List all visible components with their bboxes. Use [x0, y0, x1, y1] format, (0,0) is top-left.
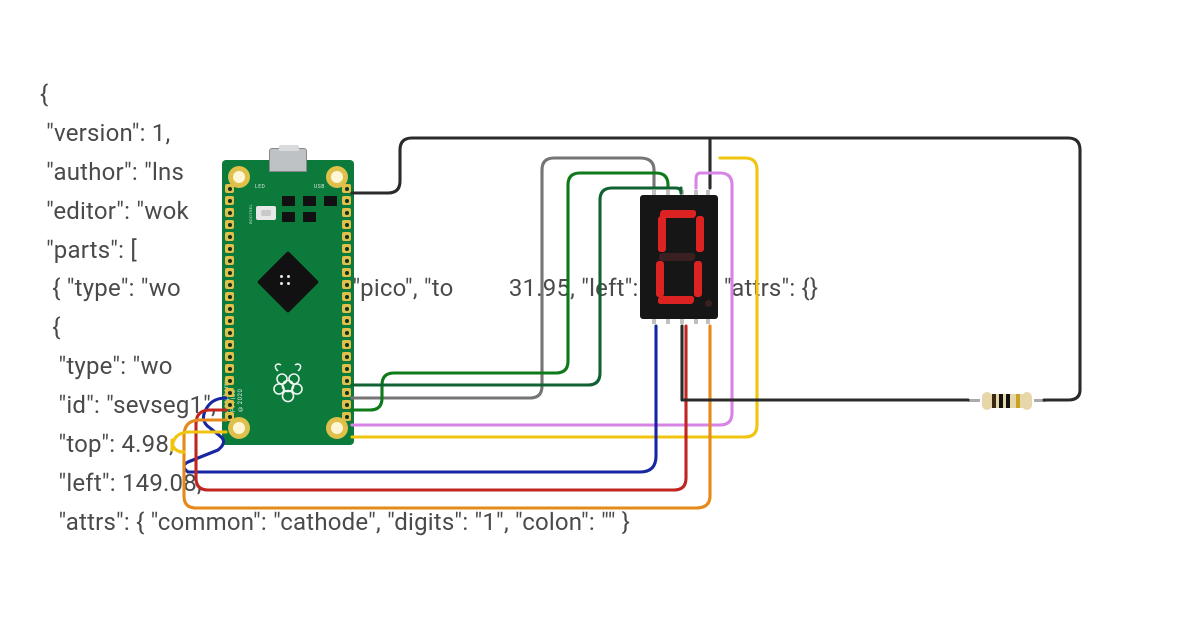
usb-label: USB: [314, 184, 325, 190]
pico-pin[interactable]: [342, 220, 351, 229]
pico-pin[interactable]: [225, 328, 234, 337]
pico-pin[interactable]: [225, 208, 234, 217]
pico-pin[interactable]: [342, 280, 351, 289]
pico-pin[interactable]: [342, 376, 351, 385]
pico-pin[interactable]: [342, 268, 351, 277]
pico-pin[interactable]: [342, 256, 351, 265]
pico-pin[interactable]: [225, 280, 234, 289]
usb-connector-icon: [269, 148, 307, 172]
pico-pin[interactable]: [342, 412, 351, 421]
sevseg-pin[interactable]: [694, 190, 698, 195]
code-line: "left": 149.08,: [40, 469, 202, 497]
pico-pin[interactable]: [342, 244, 351, 253]
pico-pin[interactable]: [342, 316, 351, 325]
smd-pads: [282, 212, 316, 222]
resistor-band: [1016, 394, 1020, 408]
resistor-band: [999, 394, 1003, 408]
code-line: "attrs": { "common": "cathode", "digits"…: [40, 508, 630, 536]
sevseg-pin[interactable]: [694, 319, 698, 324]
pico-pin[interactable]: [342, 352, 351, 361]
resistor-band: [992, 394, 996, 408]
pico-pin[interactable]: [225, 196, 234, 205]
pico-pin[interactable]: [342, 340, 351, 349]
sevseg-pin[interactable]: [652, 190, 656, 195]
code-background: { "version": 1, "author": "lns "editor":…: [40, 75, 1160, 542]
pico-pin[interactable]: [342, 208, 351, 217]
pico-pin[interactable]: [225, 304, 234, 313]
pico-pin[interactable]: [342, 232, 351, 241]
sevseg-pin[interactable]: [706, 190, 710, 195]
part-pi-pico[interactable]: USB LED BOOTSEL Raspberry Pi Pico ©2020: [222, 160, 354, 445]
pico-pin[interactable]: [342, 292, 351, 301]
resistor-lead[interactable]: [968, 399, 980, 402]
pico-pin[interactable]: [225, 400, 234, 409]
pico-pin[interactable]: [225, 316, 234, 325]
led-label: LED: [255, 184, 265, 190]
bootsel-label: BOOTSEL: [248, 204, 253, 224]
pico-pin[interactable]: [225, 220, 234, 229]
pico-pin[interactable]: [342, 388, 351, 397]
code-line: "parts": [: [40, 236, 137, 264]
pico-pin[interactable]: [342, 328, 351, 337]
pico-pin-column-right: [342, 184, 351, 421]
pico-pin[interactable]: [225, 388, 234, 397]
segment-e: [656, 261, 664, 297]
sevseg-pin[interactable]: [680, 319, 684, 324]
pico-pin[interactable]: [342, 184, 351, 193]
resistor-lead[interactable]: [1034, 399, 1046, 402]
part-resistor[interactable]: [976, 392, 1038, 410]
pico-pin[interactable]: [342, 364, 351, 373]
pico-pin[interactable]: [225, 340, 234, 349]
code-line: "editor": "wok: [40, 197, 189, 225]
resistor-band: [1006, 394, 1010, 408]
code-line: {: [40, 313, 61, 341]
pico-pin[interactable]: [225, 292, 234, 301]
pico-pin[interactable]: [225, 268, 234, 277]
sevseg-pin[interactable]: [706, 319, 710, 324]
pico-pin[interactable]: [225, 376, 234, 385]
pico-pin[interactable]: [225, 412, 234, 421]
smd-pads: [282, 196, 337, 206]
segment-dp: [705, 300, 712, 307]
pico-pin[interactable]: [225, 244, 234, 253]
chip-marking: [280, 275, 290, 285]
segment-g: [659, 253, 696, 261]
pico-pin[interactable]: [342, 196, 351, 205]
code-line: "id": "sevseg1",: [40, 391, 216, 419]
code-line: "version": 1,: [40, 119, 170, 147]
segment-b: [696, 216, 704, 252]
pico-pin[interactable]: [342, 400, 351, 409]
pico-pin[interactable]: [225, 232, 234, 241]
pico-pin[interactable]: [225, 364, 234, 373]
bootsel-button-icon[interactable]: [256, 206, 276, 220]
part-seven-segment[interactable]: [640, 195, 718, 319]
sevseg-pin[interactable]: [666, 190, 670, 195]
code-line: "top": 4.98,: [40, 430, 174, 458]
segment-f: [658, 216, 666, 252]
resistor-body: [986, 394, 1028, 408]
code-line: "author": "lns: [40, 158, 184, 186]
pico-pin[interactable]: [225, 352, 234, 361]
raspberry-pi-logo-icon: [270, 360, 306, 404]
sevseg-pin[interactable]: [652, 319, 656, 324]
segment-d: [658, 296, 695, 304]
sevseg-pin[interactable]: [666, 319, 670, 324]
pico-pin[interactable]: [225, 256, 234, 265]
segment-c: [694, 261, 702, 297]
pico-pin[interactable]: [225, 184, 234, 193]
code-line: {: [40, 80, 48, 108]
pico-pin-column-left: [225, 184, 234, 421]
pico-pin[interactable]: [342, 304, 351, 313]
sevseg-pin[interactable]: [680, 190, 684, 195]
